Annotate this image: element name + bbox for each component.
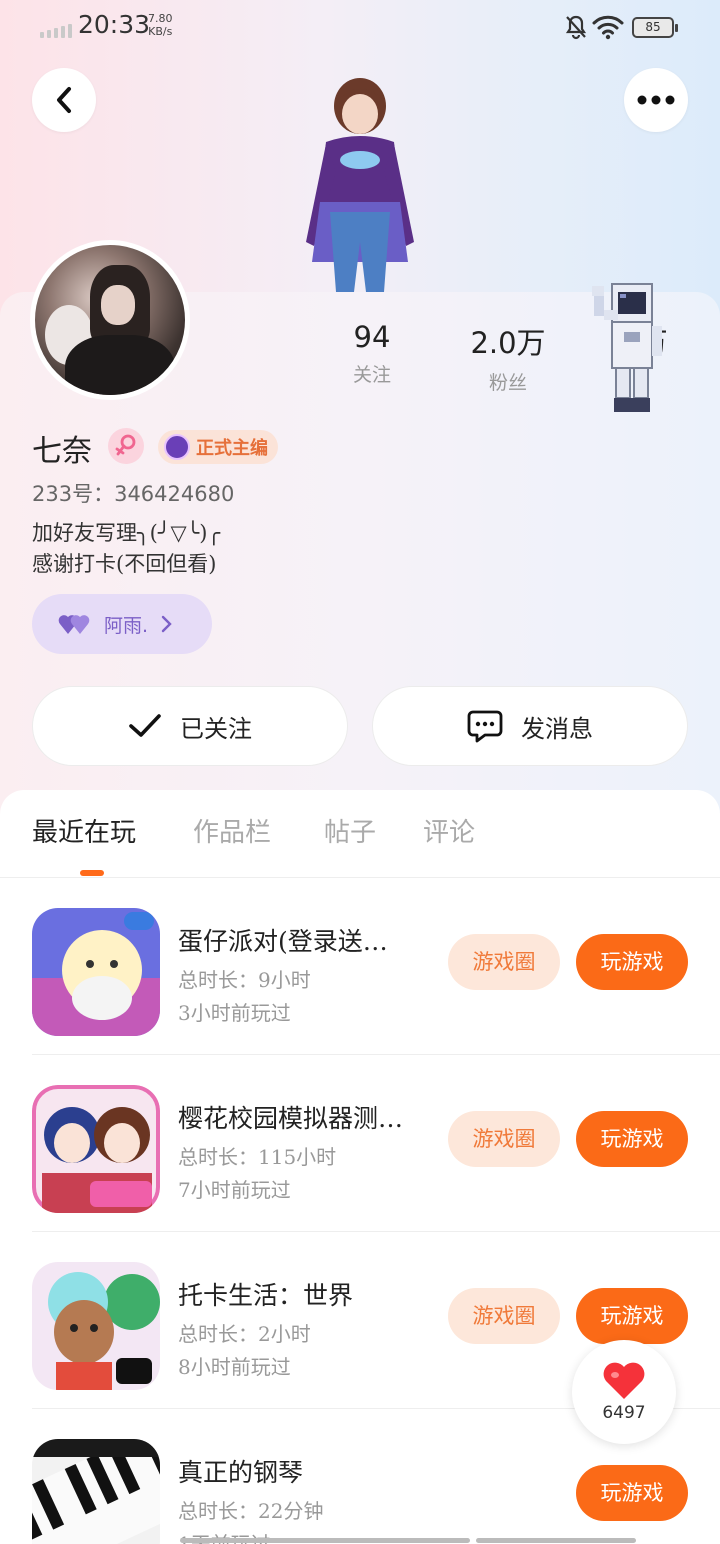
game-duration: 总时长：9小时 xyxy=(178,968,311,992)
more-dots-icon xyxy=(637,95,675,105)
wifi-icon xyxy=(592,15,624,40)
game-title: 真正的钢琴 xyxy=(178,1458,304,1487)
user-id[interactable]: 233号：346424680 xyxy=(32,478,234,508)
double-heart-icon xyxy=(58,615,90,634)
tab-recent-played[interactable]: 最近在玩 xyxy=(32,812,136,849)
following-label: 关注 xyxy=(352,364,391,386)
network-speed: 7.80 KB/s xyxy=(148,12,173,38)
game-title: 托卡生活：世界 xyxy=(178,1281,354,1310)
nickname: 七奈 xyxy=(32,434,92,469)
like-count: 6497 xyxy=(602,1403,646,1423)
tab-works[interactable]: 作品栏 xyxy=(193,812,271,849)
game-row[interactable]: 蛋仔派对(登录送… 总时长：9小时 3小时前玩过 游戏圈 玩游戏 xyxy=(32,878,720,1055)
tab-comments[interactable]: 评论 xyxy=(423,812,475,849)
back-button[interactable] xyxy=(32,68,96,132)
bell-muted-icon xyxy=(565,15,587,40)
game-icon-toca-life[interactable] xyxy=(32,1262,160,1390)
heart-icon xyxy=(603,1362,645,1399)
game-circle-button[interactable]: 游戏圈 xyxy=(448,934,560,990)
bio: 加好友写理╮(╯▽╰)╭ 感谢打卡(不回但看) xyxy=(32,518,220,580)
chevron-right-icon xyxy=(161,615,172,633)
fans-label: 粉丝 xyxy=(488,372,527,394)
bio-line: 加好友写理╮(╯▽╰)╭ xyxy=(32,521,221,545)
avatar-3d-character[interactable] xyxy=(280,72,440,294)
play-game-button[interactable]: 玩游戏 xyxy=(576,1288,688,1344)
game-last-played: 3小时前玩过 xyxy=(178,1001,291,1025)
message-button[interactable]: 发消息 xyxy=(372,686,688,766)
chevron-left-icon xyxy=(57,87,71,113)
like-button[interactable]: 6497 xyxy=(572,1340,676,1444)
game-icon-sakura-school[interactable] xyxy=(32,1085,160,1213)
game-last-played: 7小时前玩过 xyxy=(178,1178,291,1202)
cp-name: 阿雨. xyxy=(104,614,149,637)
status-time: 20:33 xyxy=(78,10,151,39)
game-icon-real-piano[interactable] xyxy=(32,1439,160,1544)
game-title: 蛋仔派对(登录送… xyxy=(178,927,388,956)
tab-bar: 最近在玩 作品栏 帖子 评论 xyxy=(0,790,720,878)
game-duration: 总时长：22分钟 xyxy=(178,1499,324,1523)
astronaut-pet[interactable] xyxy=(590,280,670,416)
game-title: 樱花校园模拟器测… xyxy=(178,1104,404,1133)
fans-count: 2.0万 xyxy=(470,326,546,360)
checkmark-icon xyxy=(129,714,161,737)
game-last-played: 8小时前玩过 xyxy=(178,1355,291,1379)
game-duration: 总时长：115小时 xyxy=(178,1145,337,1169)
battery-indicator: 85 xyxy=(632,17,678,38)
following-count: 94 xyxy=(353,320,391,354)
game-icon-eggy-party[interactable] xyxy=(32,908,160,1036)
signal-icon xyxy=(40,24,72,38)
fans-stat[interactable]: 2.0万 粉丝 xyxy=(448,320,568,395)
editor-badge[interactable]: 正式主编 xyxy=(158,430,278,464)
message-button-label: 发消息 xyxy=(521,714,593,743)
more-button[interactable] xyxy=(624,68,688,132)
network-speed-unit: KB/s xyxy=(148,25,173,38)
play-game-button[interactable]: 玩游戏 xyxy=(576,1111,688,1167)
following-stat[interactable]: 94 关注 xyxy=(312,320,432,387)
avatar[interactable] xyxy=(30,240,190,400)
game-circle-button[interactable]: 游戏圈 xyxy=(448,1111,560,1167)
network-speed-value: 7.80 xyxy=(148,12,173,25)
game-circle-button[interactable]: 游戏圈 xyxy=(448,1288,560,1344)
editor-badge-label: 正式主编 xyxy=(196,438,268,459)
play-game-button[interactable]: 玩游戏 xyxy=(576,1465,688,1521)
follow-button[interactable]: 已关注 xyxy=(32,686,348,766)
status-bar: 20:33 7.80 KB/s 85 xyxy=(0,0,720,56)
cp-relation-chip[interactable]: 阿雨. xyxy=(32,594,212,654)
home-indicator xyxy=(180,1538,640,1543)
tab-indicator xyxy=(80,870,104,876)
chat-bubble-icon xyxy=(467,710,503,743)
follow-button-label: 已关注 xyxy=(180,714,252,743)
play-game-button[interactable]: 玩游戏 xyxy=(576,934,688,990)
editor-medal-icon xyxy=(164,434,190,460)
bio-line: 感谢打卡(不回但看) xyxy=(32,552,217,576)
female-gender-icon xyxy=(108,428,144,464)
tab-posts[interactable]: 帖子 xyxy=(324,812,376,849)
game-duration: 总时长：2小时 xyxy=(178,1322,311,1346)
game-row[interactable]: 樱花校园模拟器测… 总时长：115小时 7小时前玩过 游戏圈 玩游戏 xyxy=(32,1055,720,1232)
